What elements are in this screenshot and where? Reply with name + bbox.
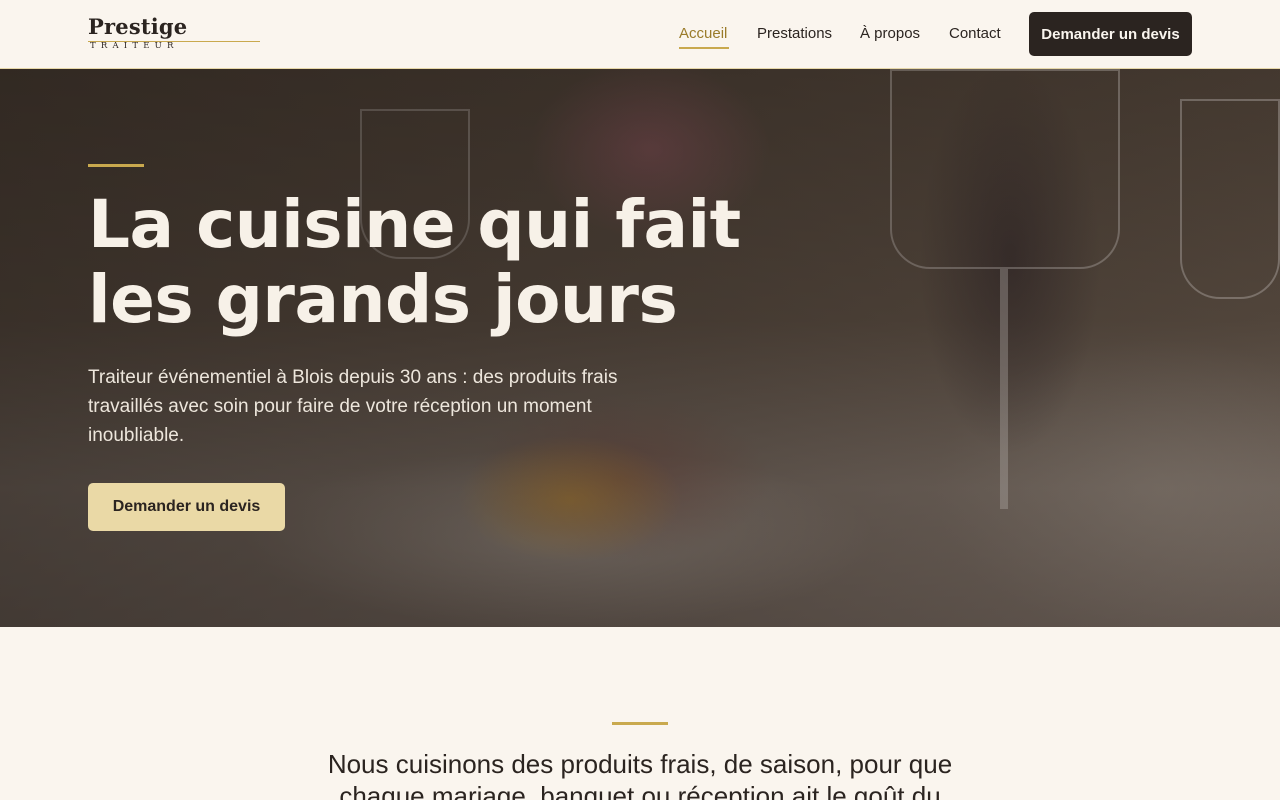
- header-quote-button[interactable]: Demander un devis: [1029, 12, 1192, 56]
- hero-section: La cuisine qui fait les grands jours Tra…: [0, 69, 1280, 627]
- hero-title-line-1: La cuisine qui fait: [88, 186, 741, 263]
- nav-item-prestations[interactable]: Prestations: [757, 24, 832, 44]
- nav-item-contact[interactable]: Contact: [949, 24, 1001, 44]
- intro-text: Nous cuisinons des produits frais, de sa…: [327, 749, 953, 800]
- hero-accent-bar: [88, 164, 144, 167]
- nav-item-a-propos[interactable]: À propos: [860, 24, 920, 44]
- hero-description: Traiteur événementiel à Blois depuis 30 …: [88, 367, 618, 446]
- logo-subtitle: TRAITEUR: [90, 41, 179, 51]
- nav-active-indicator: [679, 47, 729, 49]
- intro-accent-bar: [612, 722, 668, 725]
- logo-name: Prestige: [88, 14, 188, 39]
- hero-title-line-2: les grands jours: [88, 261, 678, 338]
- logo[interactable]: Prestige TRAITEUR: [88, 14, 260, 54]
- nav-item-accueil[interactable]: Accueil: [679, 24, 727, 44]
- hero-quote-button[interactable]: Demander un devis: [88, 483, 285, 531]
- hero-overlay: [0, 69, 1280, 627]
- site-header: Prestige TRAITEUR Accueil Prestations À …: [0, 0, 1280, 69]
- hero-title: La cuisine qui fait les grands jours: [88, 187, 788, 337]
